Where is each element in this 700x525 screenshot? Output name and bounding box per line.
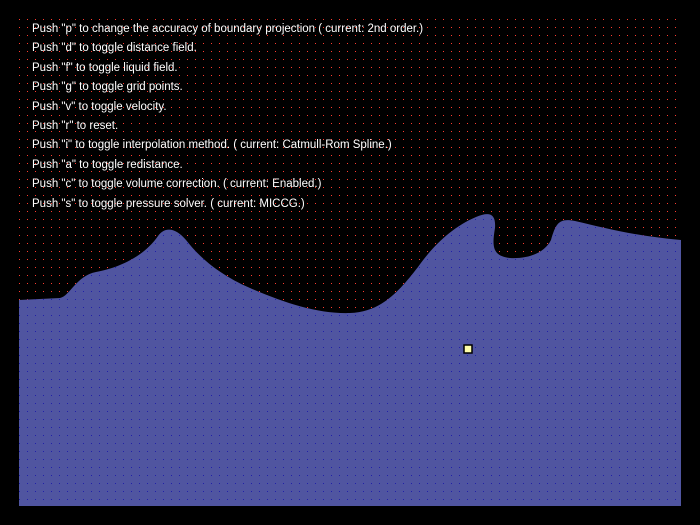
help-line-g: Push "g" to toggle grid points. — [32, 81, 183, 94]
help-line-f: Push "f" to toggle liquid field. — [32, 61, 178, 74]
keyboard-help-overlay: Push "p" to change the accuracy of bound… — [32, 20, 423, 214]
help-line-d: Push "d" to toggle distance field. — [32, 42, 197, 55]
help-line-a: Push "a" to toggle redistance. — [32, 158, 183, 171]
help-line-v: Push "v" to toggle velocity. — [32, 100, 167, 113]
help-line-i: Push "i" to toggle interpolation method.… — [32, 139, 392, 152]
help-line-c: Push "c" to toggle volume correction. ( … — [32, 178, 322, 191]
simulation-viewport[interactable]: Push "p" to change the accuracy of bound… — [0, 0, 700, 525]
tracer-particle[interactable] — [463, 344, 473, 354]
help-line-p: Push "p" to change the accuracy of bound… — [32, 23, 424, 35]
help-line-r: Push "r" to reset. — [32, 119, 119, 132]
help-line-s: Push "s" to toggle pressure solver. ( cu… — [32, 197, 305, 210]
